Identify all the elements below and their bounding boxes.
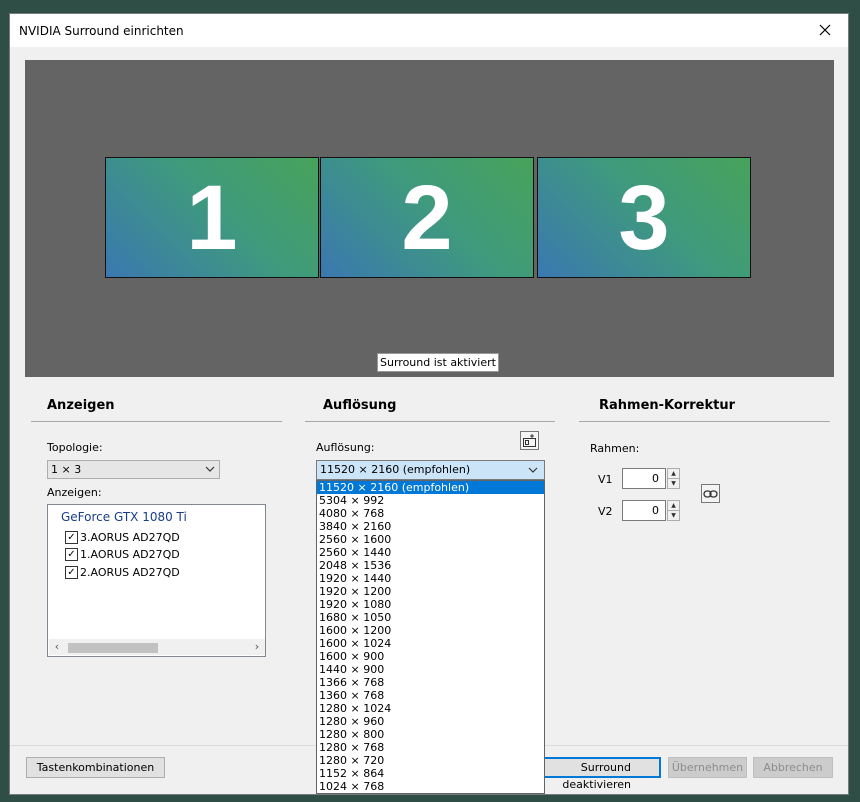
chevron-down-icon	[205, 461, 215, 485]
resolution-option[interactable]: 1280 × 1024	[317, 702, 544, 715]
display-label: 2.AORUS AD27QD	[80, 566, 180, 579]
resolution-option[interactable]: 1366 × 768	[317, 676, 544, 689]
monitor-number: 3	[618, 166, 670, 269]
spin-up-icon[interactable]: ▲	[668, 469, 679, 479]
apply-button[interactable]: Übernehmen	[668, 757, 747, 778]
monitor-number: 2	[401, 166, 453, 269]
topology-select[interactable]: 1 × 3	[47, 460, 220, 479]
monitor-number: 1	[186, 166, 238, 269]
rahmen-heading: Rahmen-Korrektur	[599, 398, 735, 413]
display-preview: 1 2 3 Surround ist aktiviert	[25, 60, 834, 377]
resolution-value: 11520 × 2160 (empfohlen)	[320, 463, 471, 476]
topology-value: 1 × 3	[51, 463, 82, 476]
display-label: 3.AORUS AD27QD	[80, 531, 180, 544]
rahmen-divider	[579, 421, 830, 422]
resolution-option[interactable]: 2560 × 1600	[317, 533, 544, 546]
resolution-option[interactable]: 1024 × 768	[317, 780, 544, 793]
scrollbar-thumb[interactable]	[68, 643, 158, 653]
resolution-dropdown-list[interactable]: 11520 × 2160 (empfohlen) 5304 × 992 4080…	[316, 480, 545, 794]
resolution-option[interactable]: 5304 × 992	[317, 494, 544, 507]
aufloesung-divider	[305, 421, 555, 422]
link-icon	[703, 489, 718, 498]
custom-resolution-icon	[523, 434, 536, 447]
anzeigen-heading: Anzeigen	[47, 398, 115, 413]
rahmen-label: Rahmen:	[590, 442, 640, 455]
resolution-option[interactable]: 1280 × 960	[317, 715, 544, 728]
v1-input[interactable]: 0	[622, 468, 666, 489]
shortcuts-button[interactable]: Tastenkombinationen	[26, 757, 165, 778]
v1-label: V1	[598, 473, 613, 486]
surround-dialog: NVIDIA Surround einrichten 1 2 3 Surroun…	[9, 13, 849, 795]
resolution-select[interactable]: 11520 × 2160 (empfohlen)	[316, 460, 545, 480]
spin-down-icon[interactable]: ▼	[668, 511, 679, 520]
monitor-1[interactable]: 1	[105, 157, 319, 278]
display-label: 1.AORUS AD27QD	[80, 548, 180, 561]
aufloesung-heading: Auflösung	[323, 398, 397, 413]
display-checkbox[interactable]: ✓	[65, 566, 78, 579]
resolution-option[interactable]: 1152 × 864	[317, 767, 544, 780]
resolution-option[interactable]: 2560 × 1440	[317, 546, 544, 559]
scroll-left-icon[interactable]: ‹	[49, 639, 65, 655]
resolution-option[interactable]: 1600 × 1024	[317, 637, 544, 650]
monitor-3[interactable]: 3	[537, 157, 751, 278]
resolution-option[interactable]: 1600 × 1200	[317, 624, 544, 637]
title-bar: NVIDIA Surround einrichten	[10, 14, 848, 47]
resolution-option[interactable]: 1440 × 900	[317, 663, 544, 676]
horizontal-scrollbar[interactable]: ‹ ›	[49, 639, 265, 655]
resolution-option[interactable]: 1920 × 1200	[317, 585, 544, 598]
v2-label: V2	[598, 505, 613, 518]
resolution-option[interactable]: 1920 × 1440	[317, 572, 544, 585]
resolution-option[interactable]: 1280 × 800	[317, 728, 544, 741]
spin-down-icon[interactable]: ▼	[668, 479, 679, 488]
v2-input[interactable]: 0	[622, 500, 666, 521]
anzeigen-divider	[31, 421, 282, 422]
resolution-option[interactable]: 1920 × 1080	[317, 598, 544, 611]
resolution-option[interactable]: 4080 × 768	[317, 507, 544, 520]
resolution-option[interactable]: 1680 × 1050	[317, 611, 544, 624]
gpu-name: GeForce GTX 1080 Ti	[61, 510, 187, 524]
topology-label: Topologie:	[47, 441, 103, 454]
displays-list[interactable]: GeForce GTX 1080 Ti ✓ 3.AORUS AD27QD ✓ 1…	[47, 504, 266, 657]
close-icon	[819, 24, 831, 36]
v1-spinner[interactable]: ▲ ▼	[667, 468, 680, 489]
displays-label: Anzeigen:	[47, 486, 102, 499]
resolution-label: Auflösung:	[316, 441, 375, 454]
resolution-option[interactable]: 11520 × 2160 (empfohlen)	[317, 481, 544, 494]
window-title: NVIDIA Surround einrichten	[19, 24, 184, 38]
v2-spinner[interactable]: ▲ ▼	[667, 500, 680, 521]
display-checkbox[interactable]: ✓	[65, 548, 78, 561]
close-button[interactable]	[802, 14, 848, 47]
resolution-option[interactable]: 1280 × 768	[317, 741, 544, 754]
resolution-option[interactable]: 1280 × 720	[317, 754, 544, 767]
display-checkbox[interactable]: ✓	[65, 531, 78, 544]
cancel-button[interactable]: Abbrechen	[753, 757, 833, 778]
surround-status-label: Surround ist aktiviert	[377, 353, 499, 372]
monitor-layout: 1 2 3	[105, 157, 755, 278]
spin-up-icon[interactable]: ▲	[668, 501, 679, 511]
resolution-option[interactable]: 2048 × 1536	[317, 559, 544, 572]
resolution-option[interactable]: 1600 × 900	[317, 650, 544, 663]
resolution-option[interactable]: 3840 × 2160	[317, 520, 544, 533]
resolution-option[interactable]: 1360 × 768	[317, 689, 544, 702]
custom-resolution-button[interactable]	[520, 431, 539, 450]
link-values-button[interactable]	[701, 484, 720, 503]
monitor-2[interactable]: 2	[320, 157, 534, 278]
scroll-right-icon[interactable]: ›	[249, 639, 265, 655]
